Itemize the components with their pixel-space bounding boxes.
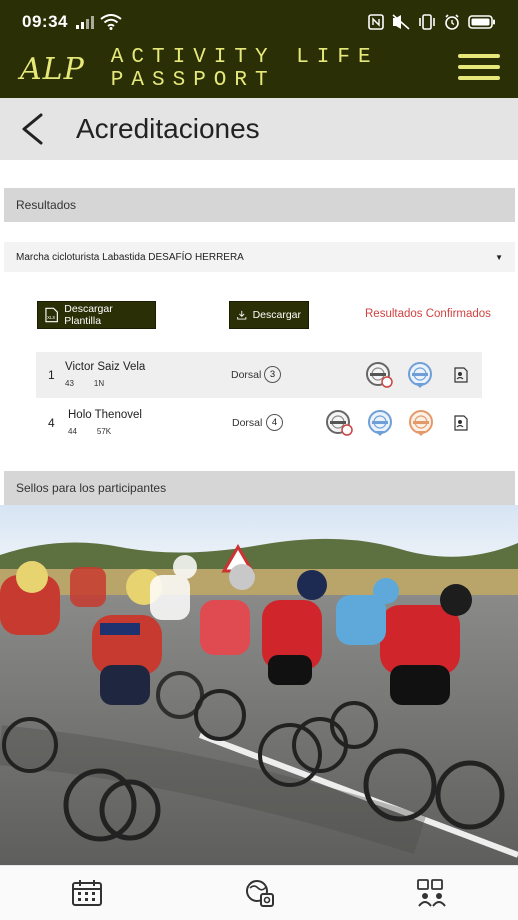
back-arrow-icon[interactable] [20,109,50,149]
xls-file-icon: XLS [45,307,58,323]
stamps-heading: Sellos para los participantes [16,481,167,495]
mute-icon [392,14,410,30]
brand: ALP ACTIVITY LIFE PASSPORT [20,46,518,92]
app-header: 09:34 ALP ACTIVITY LIFE PASSPORT [0,0,518,98]
signal-icon [75,15,94,29]
app-name: ACTIVITY LIFE PASSPORT [110,46,379,92]
result-row: 4 Holo Thenovel 44 57K Dorsal 4 [36,400,482,446]
page-title-bar: Acreditaciones [0,98,518,160]
download-template-label: Descargar Plantilla [64,303,113,327]
confirmed-results-link[interactable]: Resultados Confirmados [365,308,491,320]
download-template-button[interactable]: XLS Descargar Plantilla [37,301,156,329]
result-row: 1 Victor Saiz Vela 43 1N Dorsal 3 [36,352,482,398]
cyclists-photo [0,505,518,865]
dorsal-number: 4 [266,414,283,431]
battery-icon [468,15,495,29]
status-time: 09:34 [22,12,68,31]
participant-category: 1N [93,379,105,388]
participant-meta: 44 57K [68,427,111,436]
certificate-document-icon[interactable] [454,367,468,383]
result-position: 4 [48,416,55,430]
event-select-value: Marcha cicloturista Labastida DESAFÍO HE… [16,251,244,263]
medal-badge-grey-icon[interactable] [325,409,353,437]
bottom-navigation [0,865,518,920]
medal-badge-blue-icon[interactable] [406,361,434,389]
medal-badge-grey-icon[interactable] [365,361,393,389]
results-heading: Resultados [16,198,77,212]
activity-icon[interactable] [244,878,276,908]
svg-text:XLS: XLS [47,315,55,320]
nfc-icon [368,14,384,30]
alarm-icon [445,14,459,30]
status-bar: 09:34 [0,0,518,44]
group-icon[interactable] [416,878,448,908]
wifi-icon [100,14,122,30]
participant-age: 43 [65,379,74,388]
participant-name: Holo Thenovel [68,409,142,421]
dorsal-label: Dorsal [231,369,262,381]
result-position: 1 [48,368,55,382]
calendar-icon[interactable] [71,878,103,908]
vibrate-icon [419,14,435,30]
participant-meta: 43 1N [65,379,104,388]
stamps-section-header: Sellos para los participantes [4,471,515,505]
participant-age: 44 [68,427,77,436]
download-label: Descargar [252,309,301,321]
certificate-document-icon[interactable] [454,415,468,431]
participant-category: 57K [96,427,112,436]
results-section-header: Resultados [4,188,515,222]
participant-name: Victor Saiz Vela [65,361,146,373]
dorsal-number: 3 [264,366,281,383]
app-logo: ALP [20,51,85,87]
medal-badge-blue-icon[interactable] [366,409,394,437]
dropdown-caret-icon: ▼ [495,252,503,262]
page-title: Acreditaciones [76,113,260,144]
hamburger-menu-icon[interactable] [458,54,500,80]
dorsal-label: Dorsal [232,417,263,429]
medal-badge-orange-icon[interactable] [407,409,435,437]
download-button[interactable]: Descargar [229,301,309,329]
event-select[interactable]: Marcha cicloturista Labastida DESAFÍO HE… [4,242,515,272]
download-icon [237,310,247,320]
